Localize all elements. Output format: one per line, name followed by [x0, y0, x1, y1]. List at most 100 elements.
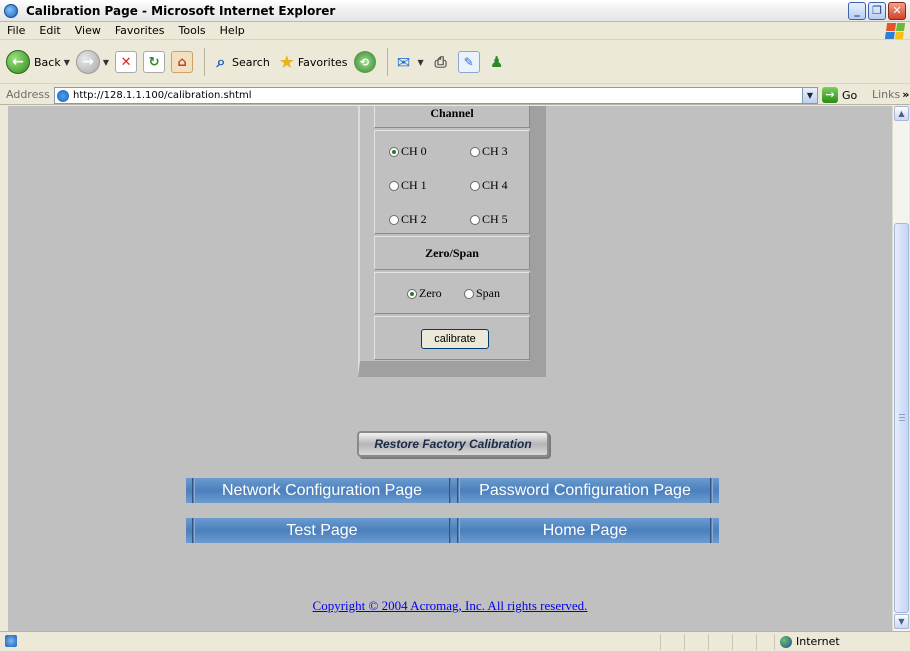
status-divider	[660, 634, 661, 650]
zero-option[interactable]: Zero	[407, 286, 442, 301]
scroll-grip	[899, 417, 905, 418]
menu-file[interactable]: File	[0, 24, 32, 37]
address-label: Address	[6, 88, 50, 101]
password-configuration-link[interactable]: Password Configuration Page	[451, 478, 719, 503]
address-dropdown-button[interactable]: ▼	[802, 88, 817, 103]
channel-option-ch4[interactable]: CH 4	[470, 178, 508, 193]
panel-bevel-corner	[358, 361, 374, 377]
refresh-button[interactable]: ↻	[143, 51, 166, 73]
back-button[interactable]: ← Back ▼	[6, 50, 70, 74]
menu-view[interactable]: View	[68, 24, 108, 37]
status-divider	[684, 634, 685, 650]
home-page-link[interactable]: Home Page	[451, 518, 719, 543]
go-button[interactable]: → Go	[822, 87, 857, 103]
scroll-grip	[899, 414, 905, 415]
search-label: Search	[232, 55, 270, 69]
mail-button[interactable]: ✉ ▼	[393, 51, 424, 73]
windows-logo-icon	[884, 23, 906, 39]
menu-tools[interactable]: Tools	[172, 24, 213, 37]
chevron-down-icon: ▼	[102, 57, 110, 67]
scroll-up-button[interactable]: ▲	[894, 106, 909, 121]
home-icon: ⌂	[171, 51, 194, 73]
ch3-label: CH 3	[482, 144, 508, 158]
forward-arrow-icon: →	[75, 50, 100, 74]
page-icon	[57, 89, 69, 102]
messenger-button[interactable]: ♟	[486, 51, 508, 73]
star-icon: ★	[278, 51, 295, 73]
test-page-link[interactable]: Test Page	[186, 518, 458, 543]
toolbar: ← Back ▼ → ▼ ✕ ↻ ⌂ ⌕ Search ★ Favorites …	[0, 41, 910, 84]
messenger-icon: ♟	[489, 53, 504, 71]
scroll-grip	[899, 420, 905, 421]
status-divider	[732, 634, 733, 650]
radio-ch1[interactable]	[389, 180, 399, 191]
minimize-button[interactable]: _	[848, 2, 866, 20]
favorites-button[interactable]: ★ Favorites	[276, 51, 348, 73]
vertical-scrollbar[interactable]: ▲ ▼	[892, 106, 909, 631]
radio-span[interactable]	[464, 288, 474, 299]
menu-help[interactable]: Help	[213, 24, 252, 37]
toolbar-separator	[386, 48, 388, 76]
channel-option-ch3[interactable]: CH 3	[470, 144, 508, 159]
search-button[interactable]: ⌕ Search	[210, 51, 270, 73]
span-label: Span	[476, 286, 500, 300]
print-button[interactable]: ⎙	[430, 51, 452, 73]
channel-options-cell: CH 0 CH 3 CH 1 CH 4 CH 2 CH 5	[374, 130, 530, 234]
window-left-frame	[0, 106, 8, 631]
channel-heading: Channel	[430, 106, 474, 120]
channel-option-ch5[interactable]: CH 5	[470, 212, 508, 227]
address-input[interactable]: http://128.1.1.100/calibration.shtml ▼	[54, 87, 818, 104]
edit-button[interactable]: ✎	[457, 51, 480, 73]
title-bar: Calibration Page - Microsoft Internet Ex…	[0, 0, 910, 22]
channel-option-ch1[interactable]: CH 1	[389, 178, 427, 193]
chevron-right-icon: »	[902, 88, 910, 101]
radio-ch3[interactable]	[470, 146, 480, 157]
status-divider	[774, 634, 775, 650]
network-configuration-link[interactable]: Network Configuration Page	[186, 478, 458, 503]
menu-favorites[interactable]: Favorites	[108, 24, 172, 37]
toolbar-separator	[204, 48, 206, 76]
channel-option-ch2[interactable]: CH 2	[389, 212, 427, 227]
zero-span-options-cell: Zero Span	[374, 272, 530, 314]
restore-factory-calibration-button[interactable]: Restore Factory Calibration	[357, 431, 549, 457]
menu-edit[interactable]: Edit	[32, 24, 67, 37]
scroll-thumb[interactable]	[894, 223, 909, 613]
address-url: http://128.1.1.100/calibration.shtml	[73, 90, 252, 101]
radio-ch0[interactable]	[389, 146, 399, 157]
restore-window-button[interactable]: ❐	[868, 2, 886, 20]
ch4-label: CH 4	[482, 178, 508, 192]
printer-icon: ⎙	[434, 53, 447, 71]
span-option[interactable]: Span	[464, 286, 500, 301]
zone-label: Internet	[796, 635, 840, 648]
mail-icon: ✉	[396, 52, 411, 72]
home-button[interactable]: ⌂	[171, 51, 194, 73]
status-divider	[708, 634, 709, 650]
security-zone: Internet	[780, 635, 840, 648]
search-icon: ⌕	[216, 52, 226, 71]
forward-button[interactable]: → ▼	[75, 50, 110, 74]
zero-label: Zero	[419, 286, 442, 300]
refresh-icon: ↻	[143, 51, 166, 73]
status-bar: Internet	[0, 631, 910, 651]
go-arrow-icon: →	[822, 87, 838, 103]
window-title: Calibration Page - Microsoft Internet Ex…	[26, 3, 336, 18]
copyright-link[interactable]: Copyright © 2004 Acromag, Inc. All right…	[8, 598, 892, 614]
radio-zero[interactable]	[407, 288, 417, 299]
channel-heading-cell: Channel	[374, 106, 530, 128]
radio-ch2[interactable]	[389, 214, 399, 225]
links-label: Links	[872, 88, 901, 101]
radio-ch5[interactable]	[470, 214, 480, 225]
scroll-down-button[interactable]: ▼	[894, 614, 909, 629]
radio-ch4[interactable]	[470, 180, 480, 191]
channel-option-ch0[interactable]: CH 0	[389, 144, 427, 159]
stop-button[interactable]: ✕	[115, 51, 138, 73]
links-button[interactable]: Links»	[872, 88, 909, 101]
calibrate-button[interactable]: calibrate	[421, 329, 489, 349]
address-bar: Address http://128.1.1.100/calibration.s…	[0, 85, 910, 105]
history-button[interactable]: ⟲	[353, 51, 376, 73]
close-button[interactable]: ✕	[888, 2, 906, 20]
ie-app-icon	[4, 3, 18, 18]
zero-span-heading: Zero/Span	[425, 246, 479, 260]
calibration-panel: Channel CH 0 CH 3 CH 1 CH 4 CH 2 CH 5 Ze…	[358, 106, 546, 377]
calibrate-cell: calibrate	[374, 316, 530, 360]
